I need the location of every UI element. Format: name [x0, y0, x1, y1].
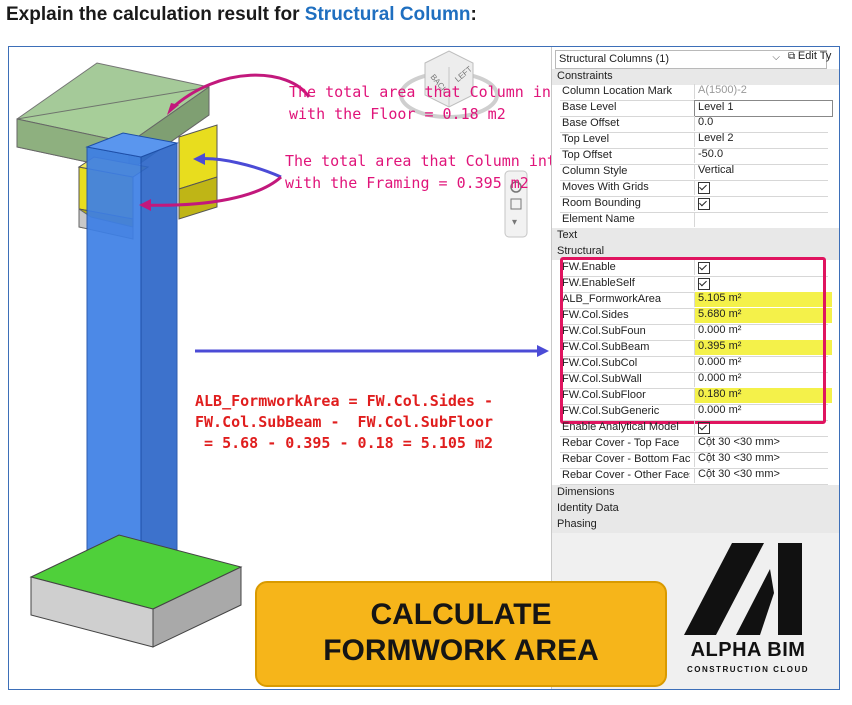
prop-row[interactable]: Top Level Level 2 [560, 132, 828, 149]
prop-value[interactable]: Level 1 [694, 100, 833, 117]
page-heading: Explain the calculation result for Struc… [6, 4, 477, 26]
prop-row[interactable]: Column Location Mark A(1500)-2 [560, 84, 828, 101]
prop-value[interactable] [694, 196, 832, 211]
prop-row[interactable]: Rebar Cover - Top Face Cột 30 <30 mm> [560, 436, 828, 453]
prop-name: Rebar Cover - Other Faces [562, 469, 690, 481]
prop-row[interactable]: Base Level Level 1 [560, 100, 833, 117]
prop-value[interactable] [694, 420, 832, 435]
prop-value[interactable]: Vertical [694, 164, 832, 179]
checkbox[interactable] [698, 198, 710, 210]
group-phasing-label: Phasing [557, 518, 597, 530]
edit-type-label: Edit Ty [797, 50, 832, 62]
prop-row[interactable]: Enable Analytical Model [560, 420, 828, 437]
group-text[interactable]: Text [552, 228, 839, 244]
type-selector[interactable]: Structural Columns (1) ⌵ [555, 50, 827, 69]
heading-highlight: Structural Column [304, 4, 471, 25]
prop-name: Enable Analytical Model [562, 421, 679, 433]
formula-line3: = 5.68 - 0.395 - 0.18 = 5.105 m2 [195, 434, 494, 452]
prop-row[interactable]: Element Name [560, 212, 828, 229]
prop-value[interactable]: Level 2 [694, 132, 832, 147]
prop-value[interactable] [694, 180, 832, 195]
prop-name: Column Style [562, 165, 628, 177]
group-constraints-label: Constraints [557, 70, 613, 82]
prop-name: Base Offset [562, 117, 620, 129]
checkbox[interactable] [698, 422, 710, 434]
formula-annotation: ALB_FormworkArea = FW.Col.Sides - FW.Col.… [195, 391, 493, 454]
type-selector-label: Structural Columns (1) [559, 53, 670, 65]
chevron-down-icon: ⌵ [772, 52, 780, 63]
prop-name: Room Bounding [562, 197, 641, 209]
group-phasing[interactable]: Phasing [552, 517, 839, 533]
edit-type-button[interactable]: ⧉ Edit Ty [788, 50, 831, 62]
group-structural-label: Structural [557, 245, 605, 257]
heading-suffix: : [470, 4, 477, 25]
group-identity[interactable]: Identity Data [552, 501, 839, 517]
prop-value[interactable]: Cột 30 <30 mm> [694, 436, 832, 451]
prop-name: Rebar Cover - Bottom Face [562, 453, 690, 465]
group-identity-label: Identity Data [557, 502, 619, 514]
prop-row[interactable]: Rebar Cover - Bottom Face Cột 30 <30 mm> [560, 452, 828, 469]
group-dimensions[interactable]: Dimensions [552, 485, 839, 501]
group-constraints[interactable]: Constraints [552, 69, 839, 85]
prop-name: Rebar Cover - Top Face [562, 437, 680, 449]
prop-value[interactable] [694, 212, 832, 227]
formwork-highlight-box [560, 257, 826, 424]
formula-line1: ALB_FormworkArea = FW.Col.Sides - [195, 392, 494, 410]
prop-row[interactable]: Base Offset 0.0 [560, 116, 828, 133]
banner-line1: CALCULATE [370, 598, 552, 631]
prop-value[interactable]: 0.0 [694, 116, 832, 131]
prop-name: Moves With Grids [562, 181, 649, 193]
calculate-banner: CALCULATE FORMWORK AREA [255, 581, 667, 687]
prop-name: Base Level [562, 101, 617, 113]
group-text-label: Text [557, 229, 578, 241]
logo-tagline: CONSTRUCTION CLOUD [686, 665, 810, 674]
prop-row[interactable]: Top Offset -50.0 [560, 148, 828, 165]
group-dimensions-label: Dimensions [557, 486, 615, 498]
svg-text:▾: ▾ [512, 217, 517, 228]
prop-name: Column Location Mark [562, 85, 673, 97]
prop-value[interactable]: -50.0 [694, 148, 832, 163]
prop-row[interactable]: Rebar Cover - Other Faces Cột 30 <30 mm> [560, 468, 828, 485]
checkbox[interactable] [698, 182, 710, 194]
alpha-bim-logo-mark [684, 543, 802, 635]
prop-value: A(1500)-2 [694, 84, 832, 99]
prop-row[interactable]: Moves With Grids [560, 180, 828, 197]
prop-name: Top Offset [562, 149, 612, 161]
prop-value[interactable]: Cột 30 <30 mm> [694, 452, 832, 467]
logo-brand: ALPHA BIM [690, 639, 806, 661]
edit-type-icon: ⧉ [788, 51, 798, 62]
heading-prefix: Explain the calculation result for [6, 4, 305, 25]
alpha-bim-logo: ALPHA BIM CONSTRUCTION CLOUD [674, 539, 824, 689]
prop-row[interactable]: Room Bounding [560, 196, 828, 213]
screenshot-frame: BACK LEFT ▾ The total area that Column i… [8, 46, 840, 690]
prop-name: Top Level [562, 133, 610, 145]
banner-line2: FORMWORK AREA [323, 634, 599, 667]
prop-row[interactable]: Column Style Vertical [560, 164, 828, 181]
prop-name: Element Name [562, 213, 635, 225]
formula-line2: FW.Col.SubBeam - FW.Col.SubFloor [195, 413, 494, 431]
prop-value[interactable]: Cột 30 <30 mm> [694, 468, 832, 483]
